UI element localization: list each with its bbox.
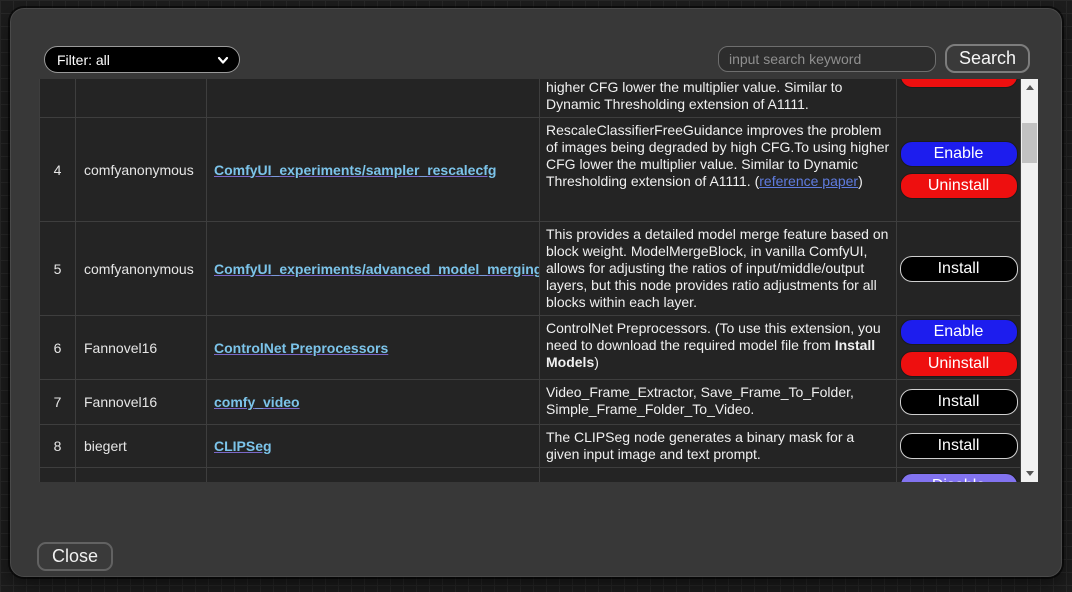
table-row: 8 biegert CLIPSeg The CLIPSeg node gener… xyxy=(40,425,1021,468)
extension-name-link[interactable]: comfy_video xyxy=(214,394,300,410)
row-name-cell: ComfyUI_experiments/sampler_rescalecfg xyxy=(207,118,540,222)
row-description-cell: These custom nodes provides features tha… xyxy=(540,468,897,483)
row-author-cell: Fannovel16 xyxy=(76,316,207,380)
enable-button[interactable]: Enable xyxy=(900,141,1018,167)
install-button[interactable]: Install xyxy=(900,256,1018,282)
row-author-cell: biegert xyxy=(76,425,207,468)
row-id-cell: 4 xyxy=(40,118,76,222)
row-name-cell: ComfyUI_experiments/advanced_model_mergi… xyxy=(207,222,540,316)
scrollbar-thumb[interactable] xyxy=(1022,123,1037,163)
scroll-down-arrow[interactable] xyxy=(1021,465,1038,482)
enable-button[interactable]: Enable xyxy=(900,319,1018,345)
row-action-cell: Enable Uninstall xyxy=(897,316,1021,380)
uninstall-button[interactable]: Uninstall xyxy=(900,173,1018,199)
table-row: 4 comfyanonymous ComfyUI_experiments/sam… xyxy=(40,118,1021,222)
extension-name-link[interactable]: ComfyUI_experiments/sampler_rescalecfg xyxy=(214,162,496,178)
disable-button[interactable]: Disable xyxy=(900,473,1018,482)
search-button[interactable]: Search xyxy=(945,44,1030,73)
description-text: higher CFG lower the multiplier value. S… xyxy=(546,79,842,112)
install-button[interactable]: Install xyxy=(900,389,1018,415)
extensions-table-clip: higher CFG lower the multiplier value. S… xyxy=(39,79,1021,482)
row-author-cell xyxy=(76,79,207,118)
row-id-cell: 8 xyxy=(40,425,76,468)
row-id-cell: 6 xyxy=(40,316,76,380)
description-text: ) xyxy=(858,173,863,189)
extension-manager-dialog: Filter: all Search higher CFG lower the … xyxy=(10,8,1062,577)
install-button[interactable]: Install xyxy=(900,433,1018,459)
row-author-cell: comfyanonymous xyxy=(76,222,207,316)
description-text: ) xyxy=(594,354,599,370)
dialog-toolbar: Filter: all Search xyxy=(11,46,1061,82)
filter-select-wrap: Filter: all xyxy=(44,46,240,73)
description-text: This provides a detailed model merge fea… xyxy=(546,226,888,310)
extension-name-link[interactable]: CLIPSeg xyxy=(214,438,272,454)
row-name-cell: ControlNet Preprocessors xyxy=(207,316,540,380)
row-name-cell: CLIPSeg xyxy=(207,425,540,468)
search-group: Search xyxy=(718,44,1030,73)
description-text: ControlNet Preprocessors. (To use this e… xyxy=(546,320,881,353)
description-text: Video_Frame_Extractor, Save_Frame_To_Fol… xyxy=(546,384,854,417)
uninstall-button[interactable]: Uninstall xyxy=(900,79,1018,88)
row-action-cell: Install xyxy=(897,380,1021,425)
extension-name-link[interactable]: ControlNet Preprocessors xyxy=(214,340,388,356)
row-id-cell: 5 xyxy=(40,222,76,316)
search-input[interactable] xyxy=(718,46,936,72)
close-button[interactable]: Close xyxy=(37,542,113,571)
table-scrollbar[interactable] xyxy=(1021,79,1038,482)
row-author-cell: comfyanonymous xyxy=(76,118,207,222)
extensions-table: higher CFG lower the multiplier value. S… xyxy=(39,79,1021,482)
row-name-cell xyxy=(207,79,540,118)
row-name-cell: ComfyUI Cutoff xyxy=(207,468,540,483)
description-text: The CLIPSeg node generates a binary mask… xyxy=(546,429,854,462)
reference-paper-link[interactable]: reference paper xyxy=(759,173,858,189)
row-action-cell: Install xyxy=(897,222,1021,316)
table-row: 9 BlenderNeko ComfyUI Cutoff These custo… xyxy=(40,468,1021,483)
row-name-cell: comfy_video xyxy=(207,380,540,425)
scroll-up-arrow[interactable] xyxy=(1021,79,1038,96)
row-description-cell: Video_Frame_Extractor, Save_Frame_To_Fol… xyxy=(540,380,897,425)
row-action-cell: Enable Uninstall xyxy=(897,118,1021,222)
table-row: higher CFG lower the multiplier value. S… xyxy=(40,79,1021,118)
row-id-cell: 9 xyxy=(40,468,76,483)
table-row: 5 comfyanonymous ComfyUI_experiments/adv… xyxy=(40,222,1021,316)
row-description-cell: ControlNet Preprocessors. (To use this e… xyxy=(540,316,897,380)
row-description-cell: This provides a detailed model merge fea… xyxy=(540,222,897,316)
table-row: 7 Fannovel16 comfy_video Video_Frame_Ext… xyxy=(40,380,1021,425)
row-description-cell: higher CFG lower the multiplier value. S… xyxy=(540,79,897,118)
extensions-table-area: higher CFG lower the multiplier value. S… xyxy=(39,79,1038,482)
extension-name-link[interactable]: ComfyUI_experiments/advanced_model_mergi… xyxy=(214,261,540,277)
row-id-cell: 7 xyxy=(40,380,76,425)
row-action-cell: Uninstall xyxy=(897,79,1021,118)
row-author-cell: Fannovel16 xyxy=(76,380,207,425)
row-id-cell xyxy=(40,79,76,118)
row-action-cell: Disable xyxy=(897,468,1021,483)
row-description-cell: The CLIPSeg node generates a binary mask… xyxy=(540,425,897,468)
table-row: 6 Fannovel16 ControlNet Preprocessors Co… xyxy=(40,316,1021,380)
uninstall-button[interactable]: Uninstall xyxy=(900,351,1018,377)
filter-select[interactable]: Filter: all xyxy=(44,46,240,73)
row-author-cell: BlenderNeko xyxy=(76,468,207,483)
row-description-cell: RescaleClassifierFreeGuidance improves t… xyxy=(540,118,897,222)
row-action-cell: Install xyxy=(897,425,1021,468)
